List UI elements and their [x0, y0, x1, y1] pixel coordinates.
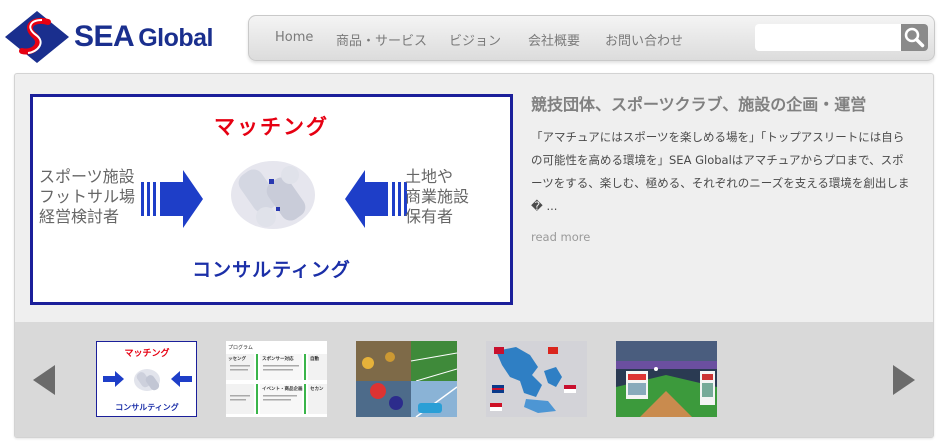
- thumbnail-carousel: マッチング コンサルティング プログラム ッセング スポンサー対応 自動 イベン…: [15, 322, 933, 437]
- thumb-asia-map-graphic: [486, 341, 587, 417]
- thumb-text: ッセング: [228, 355, 246, 362]
- carousel-thumb-5[interactable]: [616, 341, 717, 417]
- triangle-left-icon[interactable]: [33, 365, 55, 395]
- triangle-right-icon[interactable]: [893, 365, 915, 395]
- post-title[interactable]: 競技団体、スポーツクラブ、施設の企画・運営: [531, 91, 866, 115]
- carousel-thumb-4[interactable]: [486, 341, 587, 417]
- thumb-matching-graphic: マッチング コンサルティング: [103, 347, 192, 412]
- read-more-link[interactable]: read more: [531, 230, 590, 244]
- logo-mark-icon: [5, 11, 69, 63]
- search-button[interactable]: [901, 24, 928, 51]
- logo-sea-text: SEA: [74, 20, 135, 53]
- carousel-thumb-3[interactable]: [356, 341, 457, 417]
- search-input[interactable]: [755, 24, 901, 51]
- featured-left-line: スポーツ施設: [39, 167, 135, 186]
- featured-consulting-heading: コンサルティング: [192, 259, 351, 281]
- thumb-subtitle-text: コンサルティング: [115, 402, 179, 412]
- thumb-text: プログラム: [228, 344, 253, 351]
- featured-left-text: スポーツ施設 フットサル場 経営検討者: [39, 167, 135, 227]
- main-navigation: Home 商品・サービス ビジョン 会社概要 お問い合わせ: [248, 15, 935, 61]
- featured-left-line: 経営検討者: [39, 207, 120, 226]
- thumb-title-text: マッチング: [124, 347, 169, 359]
- logo-wordmark: SEA Global: [74, 20, 213, 54]
- featured-right-text: 土地や 商業施設 保有者: [405, 167, 469, 227]
- thumb-text: スポンサー対応: [262, 355, 294, 362]
- thumb-service-grid-graphic: プログラム ッセング スポンサー対応 自動 イベント・商品企画 セカン: [226, 341, 327, 417]
- featured-left-line: フットサル場: [39, 187, 136, 206]
- featured-right-line: 土地や: [405, 167, 454, 186]
- carousel-thumb-1[interactable]: マッチング コンサルティング: [96, 341, 197, 417]
- thumb-text: 自動: [310, 355, 319, 362]
- featured-slider: マッチング スポーツ施設 フットサル場 経営検討者 土地や 商業施設 保有者 コ…: [14, 73, 934, 438]
- thumb-text: イベント・商品企画: [262, 385, 303, 392]
- nav-home[interactable]: Home: [275, 30, 313, 45]
- thumb-baseball-stadium-graphic: [616, 341, 717, 417]
- site-logo[interactable]: SEA Global: [4, 10, 244, 64]
- logo-global-text: Global: [138, 24, 213, 52]
- nav-company-overview[interactable]: 会社概要: [528, 30, 580, 49]
- featured-image[interactable]: マッチング スポーツ施設 フットサル場 経営検討者 土地や 商業施設 保有者 コ…: [30, 94, 513, 305]
- post-excerpt: 「アマチュアにはスポーツを楽しめる場を」「トップアスリートには自らの可能性を高め…: [531, 130, 910, 213]
- thumb-text: セカン: [310, 385, 324, 392]
- carousel-thumb-2[interactable]: プログラム ッセング スポンサー対応 自動 イベント・商品企画 セカン: [226, 341, 327, 417]
- magnifier-icon: [904, 27, 925, 48]
- featured-right-line: 保有者: [405, 207, 454, 226]
- thumb-sports-collage-graphic: [356, 341, 457, 417]
- featured-right-line: 商業施設: [405, 187, 470, 206]
- nav-products-services[interactable]: 商品・サービス: [336, 30, 427, 49]
- featured-matching-heading: マッチング: [214, 115, 329, 139]
- nav-contact[interactable]: お問い合わせ: [605, 30, 683, 49]
- nav-vision[interactable]: ビジョン: [449, 30, 501, 49]
